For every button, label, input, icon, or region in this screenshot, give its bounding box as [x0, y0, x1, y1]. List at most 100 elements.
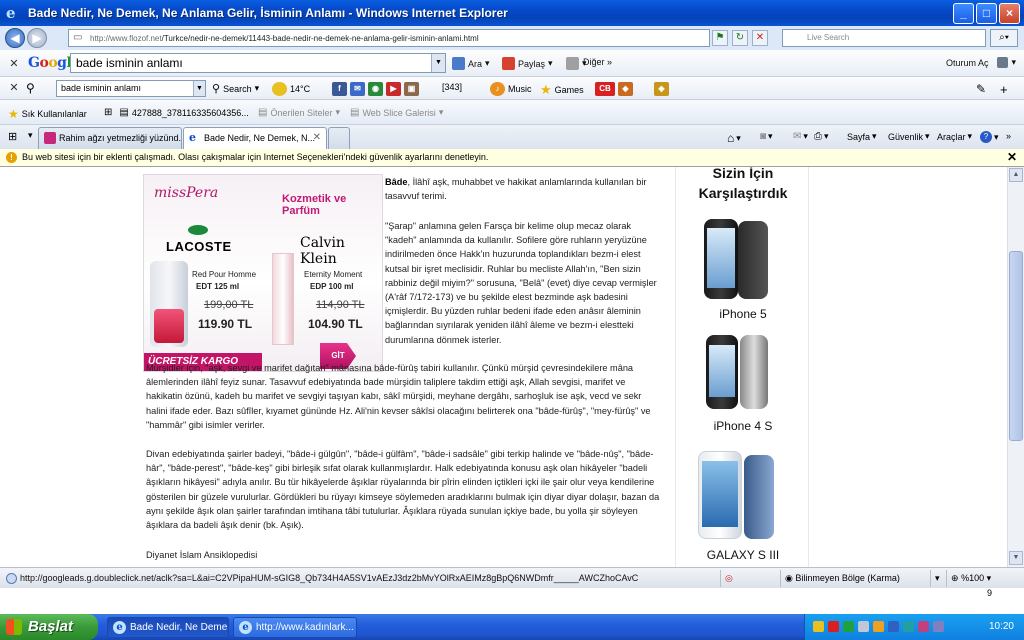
search-go-button[interactable]: ⌕▾ [990, 29, 1018, 47]
oturum-ac-button[interactable]: Oturum Aç ▾ [946, 57, 1016, 68]
toolbar-search-input[interactable]: bade isminin anlamı ▼ [56, 80, 206, 97]
photo-icon[interactable]: ▣ [404, 82, 419, 96]
plugin-icon[interactable]: ◈ [654, 82, 669, 96]
tab-bade[interactable]: e Bade Nedir, Ne Demek, N... ✕ [183, 127, 327, 149]
network-icon[interactable] [843, 621, 854, 632]
close-toolbar2-icon[interactable]: ✕ [6, 81, 22, 94]
search-icon [452, 57, 465, 70]
gear-icon [566, 57, 579, 70]
scroll-down-icon[interactable]: ▼ [1009, 551, 1023, 565]
cb-icon[interactable]: CB [595, 82, 615, 96]
page-icon: ▤ [119, 107, 129, 118]
system-tray: 10:20 [804, 614, 1024, 640]
guvenlik-menu[interactable]: Güvenlik ▾ [888, 131, 930, 142]
games-button[interactable]: ★ Games [540, 82, 584, 98]
slice-icon: ▤ [350, 107, 360, 118]
information-bar[interactable]: ! Bu web sitesi için bir eklenti çalışma… [0, 149, 1024, 167]
toolbar-options[interactable]: ✎ [976, 82, 986, 96]
term-bold: Bâde [385, 177, 408, 187]
address-input[interactable]: ▭ http://www.flozof.net/Turkce/nedir-ne-… [68, 29, 710, 47]
update-icon[interactable] [873, 621, 884, 632]
sayfa-menu[interactable]: Sayfa ▾ [847, 131, 877, 142]
phone-label-galaxy-s3[interactable]: GALAXY S III [676, 548, 810, 562]
add-toolbar-button[interactable]: + [1000, 82, 1008, 97]
help-button[interactable]: ? ▾ [980, 131, 999, 143]
close-infobar-icon[interactable]: ✕ [1007, 149, 1017, 166]
minimize-button[interactable]: _ [953, 3, 974, 24]
feeds-button[interactable]: ◙ ▾ [760, 131, 773, 142]
addon-icon[interactable]: ◆ [618, 82, 633, 96]
mail-icon: ✉ [793, 131, 802, 142]
close-button[interactable]: × [999, 3, 1020, 24]
google-search-input[interactable]: bade isminin anlamı ▼ [70, 53, 446, 73]
security-zone[interactable]: ◉ Bilinmeyen Bölge (Karma) [780, 570, 930, 587]
scroll-thumb[interactable] [1009, 251, 1023, 441]
product1-old-price: 199,00 TL [204, 299, 254, 311]
start-button[interactable]: Başlat [0, 614, 98, 640]
popup-blocked-icon[interactable]: ◎ [725, 573, 733, 583]
window-title-bar[interactable]: e Bade Nedir, Ne Demek, Ne Anlama Gelir,… [0, 0, 1024, 26]
plus-icon: + [1000, 82, 1008, 97]
new-tab-button[interactable] [328, 127, 350, 149]
close-tab-icon[interactable]: ✕ [313, 128, 321, 148]
mail-button[interactable]: ✉ ▾ [793, 131, 808, 142]
chevron-down-icon[interactable]: ▼ [193, 81, 205, 96]
scroll-up-icon[interactable]: ▲ [1009, 168, 1023, 182]
clock: 10:20 [988, 621, 1014, 632]
vertical-scrollbar[interactable]: ▲ ▼ [1007, 167, 1024, 567]
web-slice-gallery[interactable]: ▤ Web Slice Galerisi ▾ [350, 107, 443, 118]
ie-logo-icon: e [6, 4, 16, 22]
zoom-control[interactable]: ⊕ %100 ▾ [946, 570, 1024, 587]
ara-button[interactable]: Ara ▾ [452, 57, 490, 70]
tab-list-icon[interactable]: ▾ [28, 130, 33, 141]
search-toolbar: ✕ ⚲ bade isminin anlamı ▼ ⚲ Search ▾ 14°… [0, 77, 1024, 100]
music-button[interactable]: ♪ Music [490, 82, 532, 96]
more-tools[interactable]: » [1006, 131, 1011, 141]
chat-icon[interactable] [903, 621, 914, 632]
tab-rahim[interactable]: Rahim ağzı yetmezliği yüzünd... [38, 127, 182, 149]
antivirus-icon[interactable] [828, 621, 839, 632]
araclar-menu[interactable]: Araçlar ▾ [937, 131, 972, 142]
globe-icon[interactable]: ◉ [368, 82, 383, 96]
live-search-input[interactable]: Live Search [782, 29, 986, 47]
favorites-button[interactable]: ★ Sık Kullanılanlar [8, 107, 87, 121]
perfume-ad[interactable]: missPera Kozmetik ve Parfüm LACOSTE Calv… [143, 174, 383, 372]
taskbar-item-bade[interactable]: e Bade Nedir, Ne Deme... [107, 617, 229, 638]
volume-icon[interactable] [858, 621, 869, 632]
mail-icon[interactable]: ✉ [350, 82, 365, 96]
media-icon[interactable] [918, 621, 929, 632]
print-button[interactable]: ⎙ ▾ [814, 131, 829, 142]
crocodile-logo-icon [188, 225, 208, 235]
toolbar-search-button[interactable]: ⚲ Search ▾ [212, 82, 259, 95]
home-button[interactable]: ⌂ ▾ [727, 131, 741, 145]
protected-mode-icon[interactable]: ▾ [930, 570, 946, 587]
display-icon[interactable] [933, 621, 944, 632]
favorites-item-1[interactable]: ⊞ ▤ 427888_378116335604356... [104, 107, 249, 118]
status-segment-icons: ◎ [720, 570, 780, 587]
forward-button[interactable]: ▶ [27, 28, 47, 48]
counter-badge[interactable]: [343] [442, 82, 462, 92]
product1-price: 119.90 TL [198, 317, 253, 331]
suggested-sites[interactable]: ▤ Önerilen Siteler ▾ [258, 107, 340, 118]
extra-icons: CB ◆ ◈ [595, 82, 669, 96]
close-toolbar-icon[interactable]: ✕ [6, 57, 22, 70]
refresh-icon[interactable]: ↻ [732, 30, 748, 46]
stop-icon[interactable]: ✕ [752, 30, 768, 46]
facebook-icon[interactable]: f [332, 82, 347, 96]
bluetooth-icon[interactable] [888, 621, 899, 632]
taskbar-item-kadinlar[interactable]: e http://www.kadınlark... [233, 617, 357, 638]
back-button[interactable]: ◀ [5, 28, 25, 48]
paylas-button[interactable]: Paylaş ▾ [502, 57, 553, 70]
maximize-button[interactable]: □ [976, 3, 997, 24]
phone-label-iphone4s[interactable]: iPhone 4 S [676, 419, 810, 433]
shield-icon[interactable] [813, 621, 824, 632]
weather-widget[interactable]: 14°C [272, 82, 310, 96]
warning-icon: ! [6, 152, 17, 163]
chevron-down-icon[interactable]: ▼ [431, 54, 445, 72]
compare-sidebar: Sizin İçin Karşılaştırdık iPhone 5 iPhon… [675, 167, 809, 567]
quick-tabs-icon[interactable]: ⊞ [8, 130, 17, 143]
video-icon[interactable]: ▶ [386, 82, 401, 96]
compat-icon[interactable]: ⚑ [712, 30, 728, 46]
phone-label-iphone5[interactable]: iPhone 5 [676, 307, 810, 321]
diger-button[interactable]: Diğer » [583, 57, 612, 67]
